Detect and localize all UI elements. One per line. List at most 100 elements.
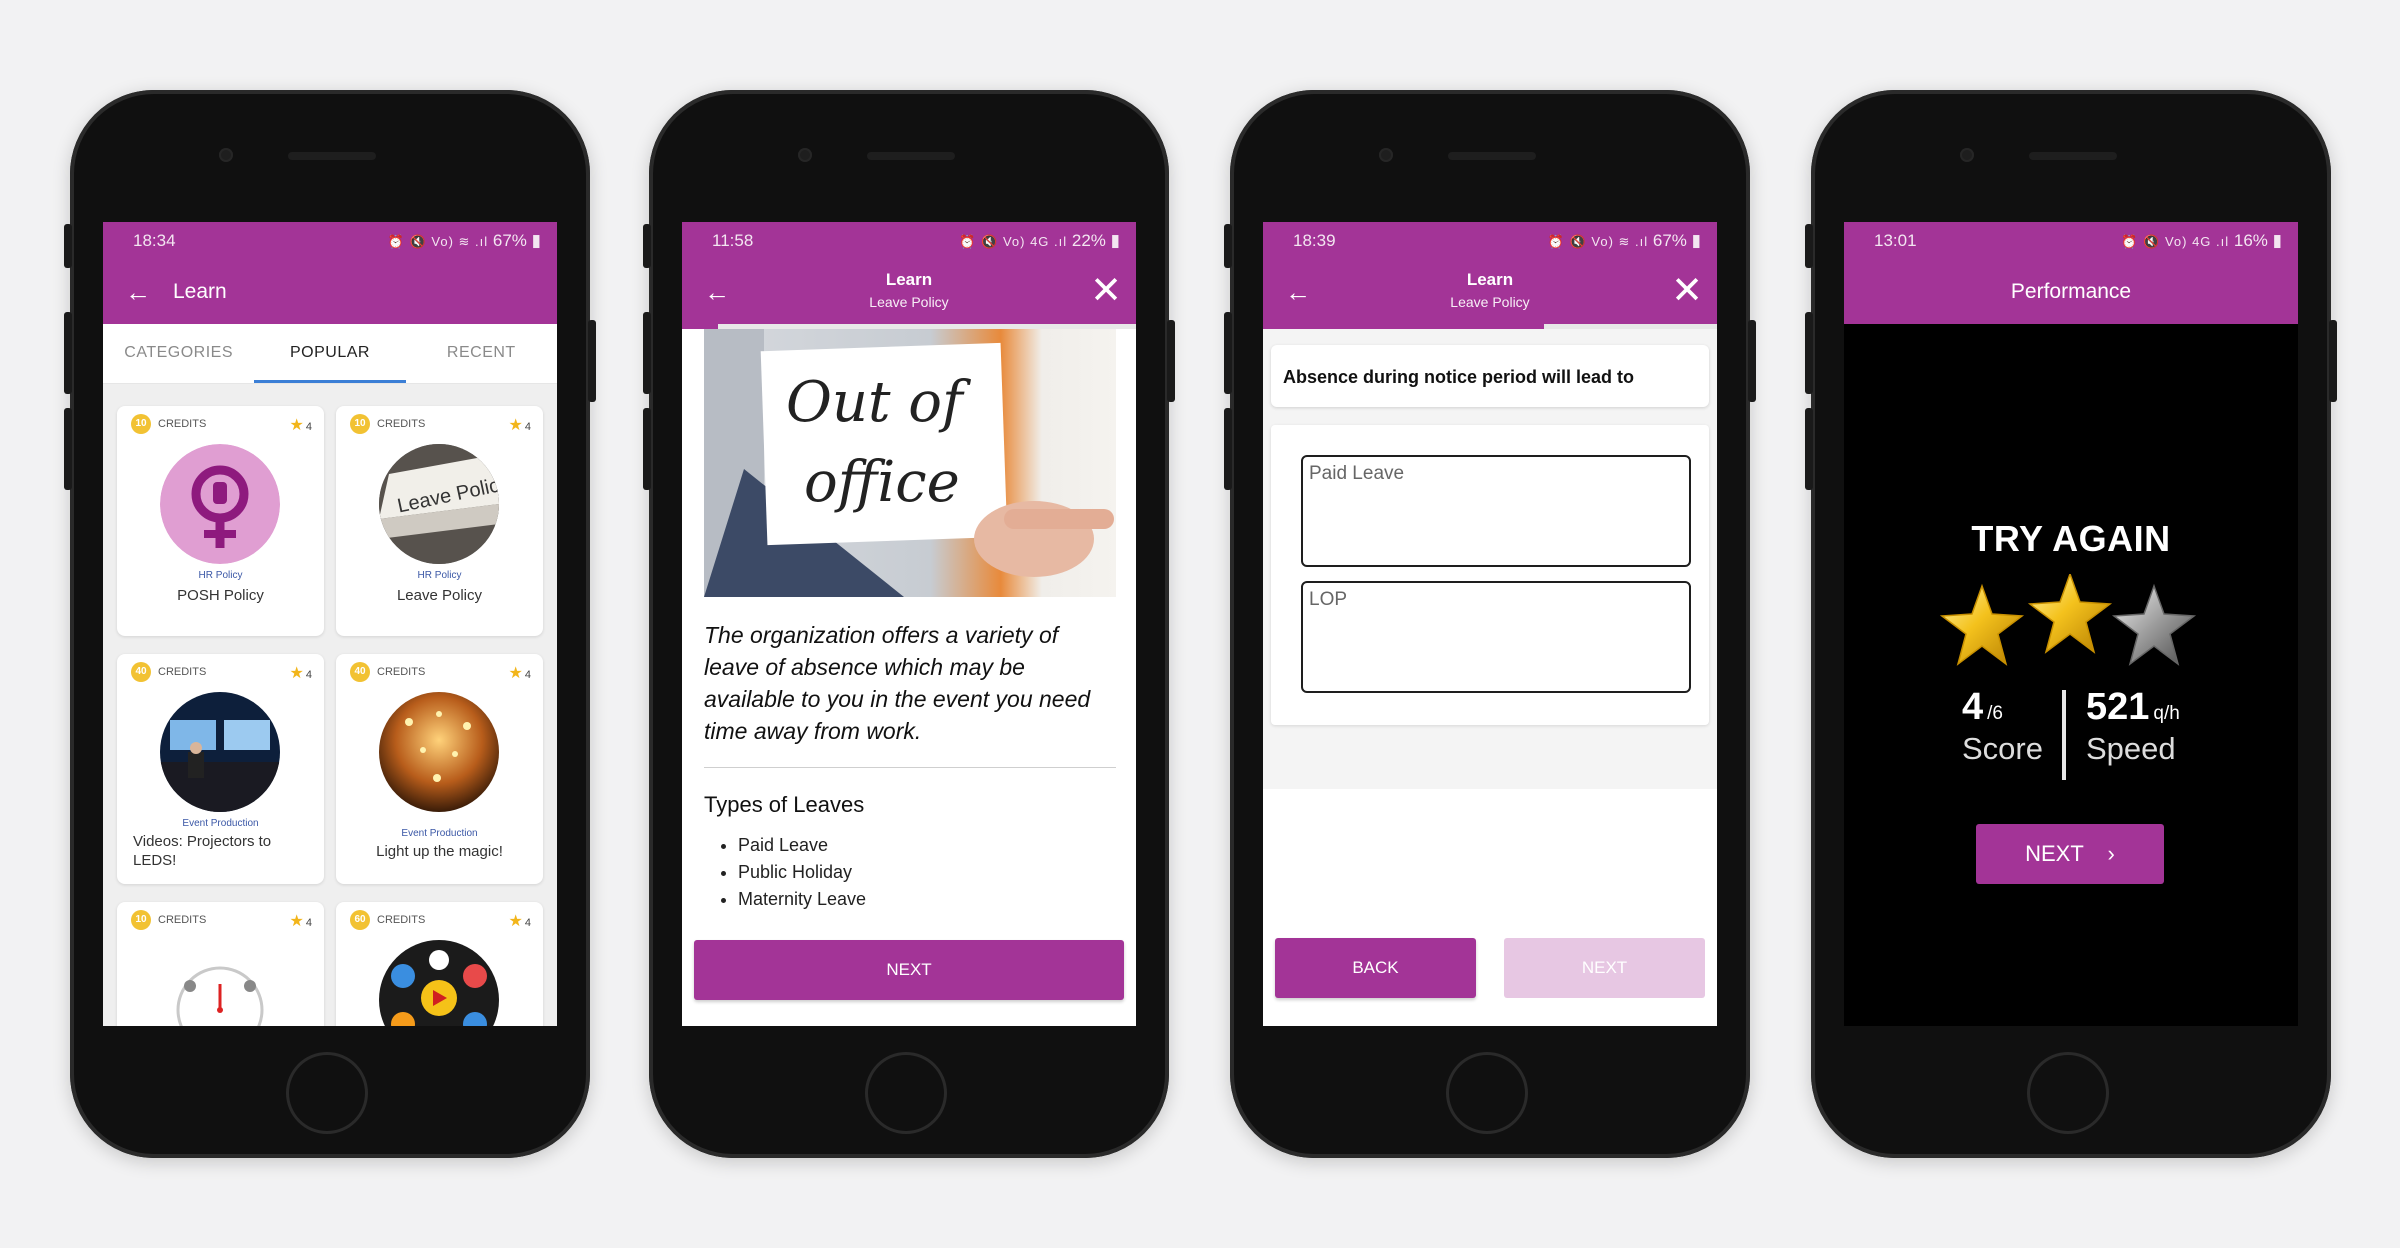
lesson-lead-text: The organization offers a variety of lea… xyxy=(704,619,1116,768)
next-button[interactable]: NEXT xyxy=(694,940,1124,1000)
answer-option-lop[interactable]: LOP xyxy=(1301,581,1691,693)
credits-badge: 10 CREDITS xyxy=(131,910,206,930)
rating: ★ 4 xyxy=(289,913,312,930)
course-thumbnail: Leave Policy xyxy=(379,444,499,564)
page-title: Performance xyxy=(2010,280,2132,303)
speed-block: 521 q/h Speed xyxy=(2086,686,2180,767)
coin-icon: 40 xyxy=(350,662,370,682)
front-camera xyxy=(1960,148,1974,162)
course-grid: 10 CREDITS ★ 4 HR Policy POSH Policy 10 … xyxy=(103,384,557,1026)
credits-badge: 10 CREDITS xyxy=(350,414,425,434)
answer-options: Paid Leave LOP xyxy=(1271,425,1709,725)
course-card[interactable]: 60 CREDITS ★ 4 xyxy=(336,902,543,1026)
app-bar: ← Learn Leave Policy ✕ xyxy=(1263,260,1717,324)
star-earned-icon xyxy=(2027,574,2113,654)
home-button[interactable] xyxy=(865,1052,947,1134)
course-card-posh-policy[interactable]: 10 CREDITS ★ 4 HR Policy POSH Policy xyxy=(117,406,324,636)
phone-frame-lesson: 11:58 ⏰ 🔇 Vo) 4G .ıl 22% ▮ ← Learn Leave… xyxy=(643,90,1175,1158)
screen: 18:39 ⏰ 🔇 Vo) ≋ .ıl 67% ▮ ← Learn Leave … xyxy=(1263,222,1717,1026)
app-bar: ← Learn Leave Policy ✕ xyxy=(682,260,1136,324)
course-thumbnail xyxy=(160,692,280,812)
next-button[interactable]: NEXT › xyxy=(1976,824,2164,884)
back-arrow-icon[interactable]: ← xyxy=(103,277,173,308)
rating: ★ 4 xyxy=(508,665,531,682)
screen: 11:58 ⏰ 🔇 Vo) 4G .ıl 22% ▮ ← Learn Leave… xyxy=(682,222,1136,1026)
course-title: Light up the magic! xyxy=(376,843,503,860)
close-icon[interactable]: ✕ xyxy=(1086,272,1126,310)
performance-panel: TRY AGAIN 4 /6 Score 521 q/h Speed NEXT … xyxy=(1844,324,2298,1026)
course-title: Videos: Projectors to LEDS! xyxy=(133,833,272,869)
list-item: Maternity Leave xyxy=(738,886,1116,913)
result-heading: TRY AGAIN xyxy=(1971,518,2171,559)
star-icon: ★ xyxy=(289,417,304,434)
home-button[interactable] xyxy=(286,1052,368,1134)
fairy-lights-image xyxy=(379,692,499,812)
course-card-leave-policy[interactable]: 10 CREDITS ★ 4 Leave Policy HR Policy Leav… xyxy=(336,406,543,636)
list-item: Public Holiday xyxy=(738,859,1116,886)
front-camera xyxy=(219,148,233,162)
speed-unit: q/h xyxy=(2153,703,2180,724)
score-summary: 4/6 Score 521 q/h Speed xyxy=(1962,686,2182,782)
credits-badge: 40 CREDITS xyxy=(131,662,206,682)
coin-icon: 10 xyxy=(131,910,151,930)
chevron-right-icon: › xyxy=(2107,841,2115,866)
status-time: 18:39 xyxy=(1293,231,1336,250)
coin-icon: 10 xyxy=(131,414,151,434)
answer-option-paid-leave[interactable]: Paid Leave xyxy=(1301,455,1691,567)
course-title: Leave Policy xyxy=(396,587,483,604)
close-icon[interactable]: ✕ xyxy=(1667,272,1707,310)
rating: ★ 4 xyxy=(508,913,531,930)
coin-icon: 10 xyxy=(350,414,370,434)
earpiece-speaker xyxy=(1448,152,1536,160)
rating: ★ 4 xyxy=(508,417,531,434)
conference-stage-image xyxy=(160,692,280,812)
star-empty-icon xyxy=(2111,583,2197,666)
media-icons-image xyxy=(379,940,499,1026)
rating: ★ 4 xyxy=(289,417,312,434)
page-subtitle: Leave Policy xyxy=(1450,294,1530,310)
course-card[interactable]: 10 CREDITS ★ 4 xyxy=(117,902,324,1026)
status-time: 18:34 xyxy=(133,231,176,250)
star-icon: ★ xyxy=(289,913,304,930)
app-bar: Performance xyxy=(1844,260,2298,324)
star-icon: ★ xyxy=(289,665,304,682)
score-value: 4 xyxy=(1962,686,1984,728)
course-thumbnail xyxy=(160,940,280,1026)
showcase-background: 18:34 ⏰ 🔇 Vo) ≋ .ıl 67% ▮ ← Learn CATEGO… xyxy=(0,0,2400,1248)
out-of-office-image: Out of office xyxy=(704,329,1116,597)
rating: ★ 4 xyxy=(289,665,312,682)
earpiece-speaker xyxy=(867,152,955,160)
front-camera xyxy=(798,148,812,162)
course-card-light-up[interactable]: 40 CREDITS ★ 4 Event Production Light up t… xyxy=(336,654,543,884)
tab-recent[interactable]: RECENT xyxy=(406,324,557,383)
page-title: Learn xyxy=(1466,270,1514,289)
next-button-disabled[interactable]: NEXT xyxy=(1504,938,1705,998)
page-title: Learn xyxy=(173,280,227,303)
course-category: HR Policy xyxy=(198,570,243,581)
status-bar: 18:39 ⏰ 🔇 Vo) ≋ .ıl 67% ▮ xyxy=(1263,222,1717,260)
leave-policy-folder-image: Leave Policy xyxy=(379,444,499,564)
lesson-content[interactable]: Out of office The organization offers a … xyxy=(682,329,1136,934)
earpiece-speaker xyxy=(2029,152,2117,160)
home-button[interactable] xyxy=(1446,1052,1528,1134)
list-item: Paid Leave xyxy=(738,832,1116,859)
speed-label: Speed xyxy=(2086,731,2176,766)
leave-types-list: Paid Leave Public Holiday Maternity Leav… xyxy=(704,832,1116,913)
status-bar: 13:01 ⏰ 🔇 Vo) 4G .ıl 16% ▮ xyxy=(1844,222,2298,260)
tab-categories[interactable]: CATEGORIES xyxy=(103,324,254,383)
star-icon: ★ xyxy=(508,665,523,682)
course-category: HR Policy xyxy=(417,570,462,581)
section-heading: Types of Leaves xyxy=(704,792,865,817)
course-card-projectors[interactable]: 40 CREDITS ★ 4 Event Production Videos: … xyxy=(117,654,324,884)
quiz-navigation: BACK NEXT xyxy=(1275,938,1705,998)
coin-icon: 60 xyxy=(350,910,370,930)
phone-frame-quiz: 18:39 ⏰ 🔇 Vo) ≋ .ıl 67% ▮ ← Learn Leave … xyxy=(1224,90,1756,1158)
phone-frame-learn-list: 18:34 ⏰ 🔇 Vo) ≋ .ıl 67% ▮ ← Learn CATEGO… xyxy=(64,90,596,1158)
svg-text:Out of: Out of xyxy=(786,370,972,435)
back-button[interactable]: BACK xyxy=(1275,938,1476,998)
tab-popular[interactable]: POPULAR xyxy=(254,324,406,383)
home-button[interactable] xyxy=(2027,1052,2109,1134)
tab-bar: CATEGORIES POPULAR RECENT xyxy=(103,324,557,384)
score-block: 4/6 Score xyxy=(1962,686,2043,767)
question-text: Absence during notice period will lead t… xyxy=(1271,345,1709,407)
